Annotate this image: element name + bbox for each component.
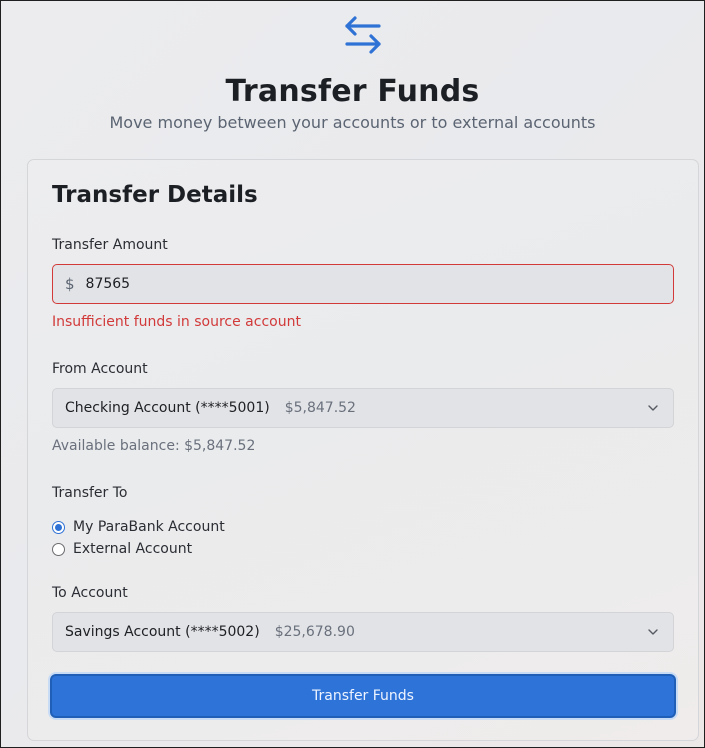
radio-label: External Account: [73, 541, 193, 557]
transfer-arrows-icon: [345, 16, 381, 54]
to-account-name: Savings Account (****5002): [65, 624, 260, 640]
currency-symbol: $: [65, 275, 75, 293]
transfer-details-card: Transfer Details Transfer Amount $ 87565…: [27, 159, 699, 741]
to-account-balance: $25,678.90: [274, 624, 355, 640]
radio-button-unchecked[interactable]: [52, 542, 65, 556]
card-title: Transfer Details: [52, 182, 258, 208]
from-account-label: From Account: [52, 361, 148, 377]
page-title: Transfer Funds: [225, 74, 480, 109]
chevron-down-icon: [648, 629, 658, 635]
radio-label: My ParaBank Account: [73, 519, 225, 535]
radio-external-account[interactable]: External Account: [52, 541, 192, 557]
from-account-select[interactable]: Checking Account (****5001) $5,847.52: [52, 388, 674, 428]
from-account-balance: $5,847.52: [284, 400, 356, 416]
transfer-amount-value: 87565: [85, 276, 131, 292]
transfer-amount-input[interactable]: $ 87565: [52, 264, 674, 304]
available-balance-text: Available balance: $5,847.52: [52, 438, 256, 454]
transfer-amount-label: Transfer Amount: [52, 237, 168, 253]
transfer-funds-button[interactable]: Transfer Funds: [50, 674, 676, 718]
page-subtitle: Move money between your accounts or to e…: [109, 113, 596, 132]
radio-my-parabank-account[interactable]: My ParaBank Account: [52, 519, 225, 535]
radio-button-checked[interactable]: [52, 520, 65, 534]
amount-error-message: Insufficient funds in source account: [52, 314, 301, 330]
from-account-name: Checking Account (****5001): [65, 400, 270, 416]
transfer-to-label: Transfer To: [52, 485, 128, 501]
to-account-label: To Account: [52, 585, 128, 601]
chevron-down-icon: [648, 405, 658, 411]
to-account-select[interactable]: Savings Account (****5002) $25,678.90: [52, 612, 674, 652]
